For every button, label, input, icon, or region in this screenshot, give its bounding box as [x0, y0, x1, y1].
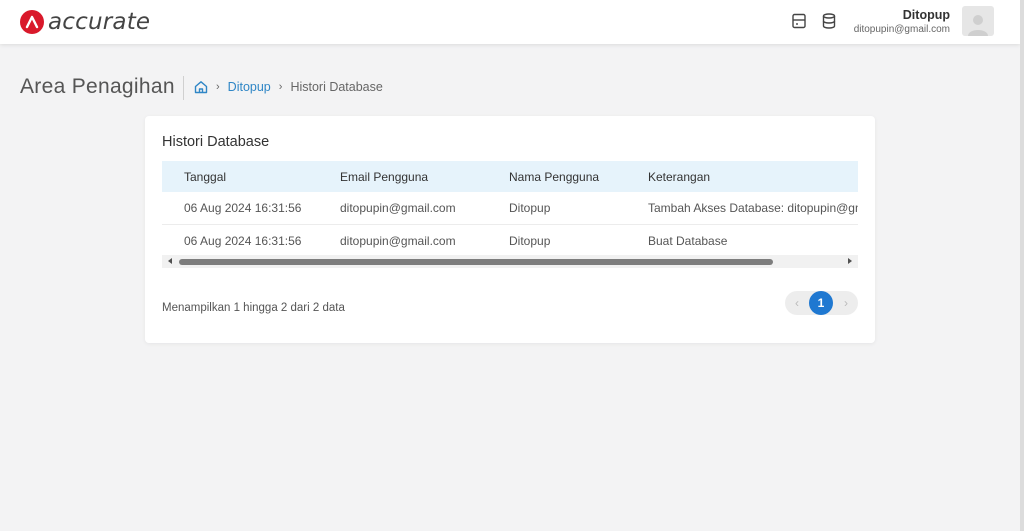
cell-name: Ditopup: [509, 234, 551, 248]
title-divider: [183, 76, 184, 100]
scroll-right-arrow-icon[interactable]: [848, 258, 852, 264]
top-bar: accurate Ditopup ditopupin@gmail.com: [0, 0, 1020, 44]
cell-description: Tambah Akses Database: ditopupin@gmail.c…: [648, 201, 858, 215]
horizontal-scrollbar[interactable]: [162, 255, 858, 268]
scroll-left-arrow-icon[interactable]: [168, 258, 172, 264]
table-row: 06 Aug 2024 16:31:56 ditopupin@gmail.com…: [162, 225, 858, 258]
prev-page-button[interactable]: ‹: [789, 295, 805, 311]
cell-description: Buat Database: [648, 234, 728, 248]
brand-name: accurate: [48, 9, 151, 35]
cell-name: Ditopup: [509, 201, 551, 215]
next-page-button[interactable]: ›: [838, 295, 854, 311]
pagination-summary: Menampilkan 1 hingga 2 dari 2 data: [162, 302, 345, 314]
column-header-email[interactable]: Email Pengguna: [340, 161, 509, 192]
page-title: Area Penagihan: [20, 75, 175, 98]
home-icon[interactable]: [194, 80, 208, 94]
user-silhouette-icon: [968, 15, 988, 36]
database-icon[interactable]: [820, 12, 838, 30]
cell-date: 06 Aug 2024 16:31:56: [184, 201, 302, 215]
card-title: Histori Database: [162, 134, 270, 150]
cell-date: 06 Aug 2024 16:31:56: [184, 234, 302, 248]
accurate-logo[interactable]: accurate: [20, 8, 150, 36]
window-edge: [1020, 0, 1024, 531]
table-header-row: Tanggal Email Pengguna Nama Pengguna Ket…: [162, 161, 858, 192]
history-card: Histori Database Tanggal Email Pengguna …: [145, 116, 875, 343]
page-1-button[interactable]: 1: [809, 291, 833, 315]
user-info[interactable]: Ditopup ditopupin@gmail.com: [854, 7, 950, 37]
history-table-container: Tanggal Email Pengguna Nama Pengguna Ket…: [162, 161, 858, 266]
column-header-nama[interactable]: Nama Pengguna: [509, 161, 648, 192]
scrollbar-thumb[interactable]: [179, 259, 773, 265]
breadcrumb-link-ditopup[interactable]: Ditopup: [228, 80, 271, 94]
table-row: 06 Aug 2024 16:31:56 ditopupin@gmail.com…: [162, 192, 858, 225]
cell-email: ditopupin@gmail.com: [340, 201, 456, 215]
chevron-right-icon: ›: [278, 81, 283, 93]
accurate-logo-icon: [20, 10, 44, 34]
history-table: Tanggal Email Pengguna Nama Pengguna Ket…: [162, 161, 858, 258]
user-name: Ditopup: [902, 8, 950, 22]
breadcrumb-current: Histori Database: [290, 80, 383, 94]
pagination: ‹ 1 ›: [785, 291, 858, 315]
breadcrumb: › Ditopup › Histori Database: [194, 80, 383, 94]
column-header-tanggal[interactable]: Tanggal: [162, 161, 340, 192]
cell-email: ditopupin@gmail.com: [340, 234, 456, 248]
archive-box-icon[interactable]: [790, 12, 808, 30]
avatar[interactable]: [962, 6, 994, 36]
chevron-right-icon: ›: [216, 81, 220, 93]
user-email: ditopupin@gmail.com: [853, 24, 950, 35]
column-header-keterangan[interactable]: Keterangan: [648, 161, 858, 192]
